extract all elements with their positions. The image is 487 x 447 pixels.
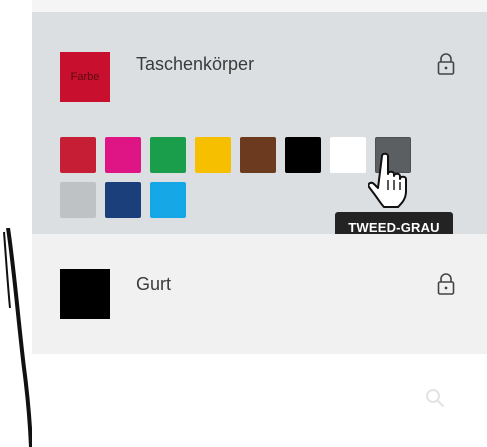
search-area (32, 354, 487, 447)
color-swatch-red[interactable] (60, 137, 96, 173)
swatch-label: Farbe (70, 71, 100, 83)
lock-icon[interactable] (436, 52, 456, 76)
color-swatch-light-grey[interactable] (60, 182, 96, 218)
color-swatch-black[interactable] (285, 137, 321, 173)
hand-pointer-icon (368, 152, 407, 208)
current-color-swatch[interactable]: Farbe (60, 52, 110, 102)
color-swatch-yellow[interactable] (195, 137, 231, 173)
section-title: Taschenkörper (136, 54, 255, 74)
color-swatch-magenta[interactable] (105, 137, 141, 173)
color-swatch-white[interactable] (330, 137, 366, 173)
section-title: Gurt (136, 274, 172, 294)
lock-icon[interactable] (436, 272, 456, 296)
color-swatch-green[interactable] (150, 137, 186, 173)
configurator-panel: Farbe Taschenkörper TWEED-GRAU Gurt (32, 0, 487, 447)
color-swatch-sky-blue[interactable] (150, 182, 186, 218)
color-swatch-brown[interactable] (240, 137, 276, 173)
top-strip (32, 0, 487, 12)
color-swatch-navy[interactable] (105, 182, 141, 218)
current-color-swatch[interactable] (60, 269, 110, 319)
section-gurt[interactable]: Gurt (32, 234, 487, 354)
search-icon[interactable] (424, 387, 446, 409)
section-taschenkoerper[interactable]: Farbe Taschenkörper TWEED-GRAU (32, 12, 487, 242)
